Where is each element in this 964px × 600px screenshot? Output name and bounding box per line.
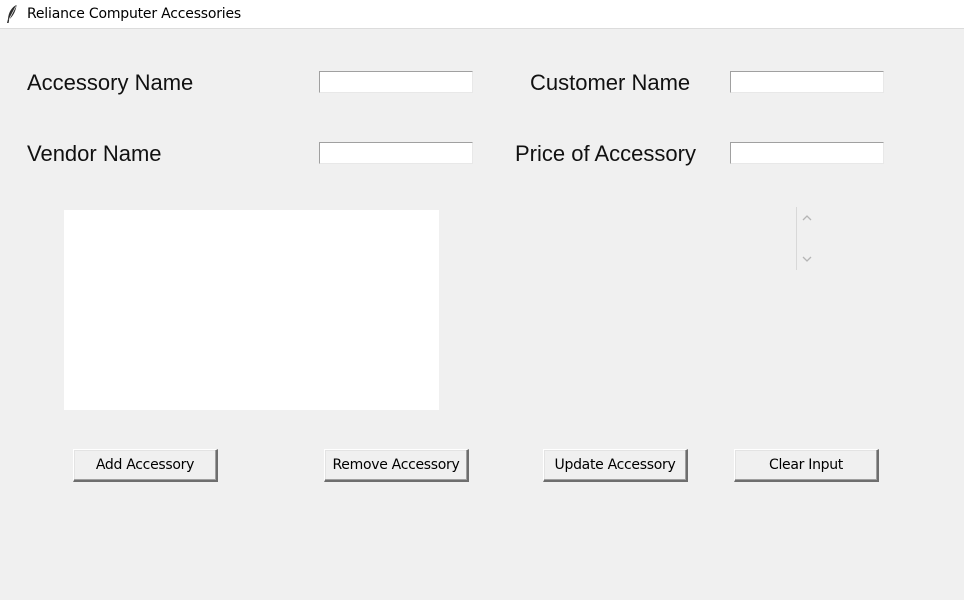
remove-accessory-button[interactable]: Remove Accessory xyxy=(324,449,469,482)
add-accessory-button[interactable]: Add Accessory xyxy=(73,449,218,482)
accessory-name-field[interactable] xyxy=(319,71,473,93)
listbox-scrollbar[interactable] xyxy=(796,207,816,270)
chevron-up-icon[interactable] xyxy=(801,213,813,223)
feather-icon xyxy=(7,5,17,23)
window-title: Reliance Computer Accessories xyxy=(27,6,241,22)
clear-input-button[interactable]: Clear Input xyxy=(734,449,879,482)
window-titlebar: Reliance Computer Accessories xyxy=(0,0,964,29)
accessory-listbox[interactable] xyxy=(64,210,439,410)
vendor-name-field[interactable] xyxy=(319,142,473,164)
price-of-accessory-label: Price of Accessory xyxy=(515,141,696,166)
accessory-name-label: Accessory Name xyxy=(27,70,194,95)
vendor-name-label: Vendor Name xyxy=(27,141,162,166)
update-accessory-button[interactable]: Update Accessory xyxy=(543,449,688,482)
chevron-down-icon[interactable] xyxy=(801,254,813,264)
customer-name-field[interactable] xyxy=(730,71,884,93)
price-of-accessory-field[interactable] xyxy=(730,142,884,164)
customer-name-label: Customer Name xyxy=(530,70,691,95)
